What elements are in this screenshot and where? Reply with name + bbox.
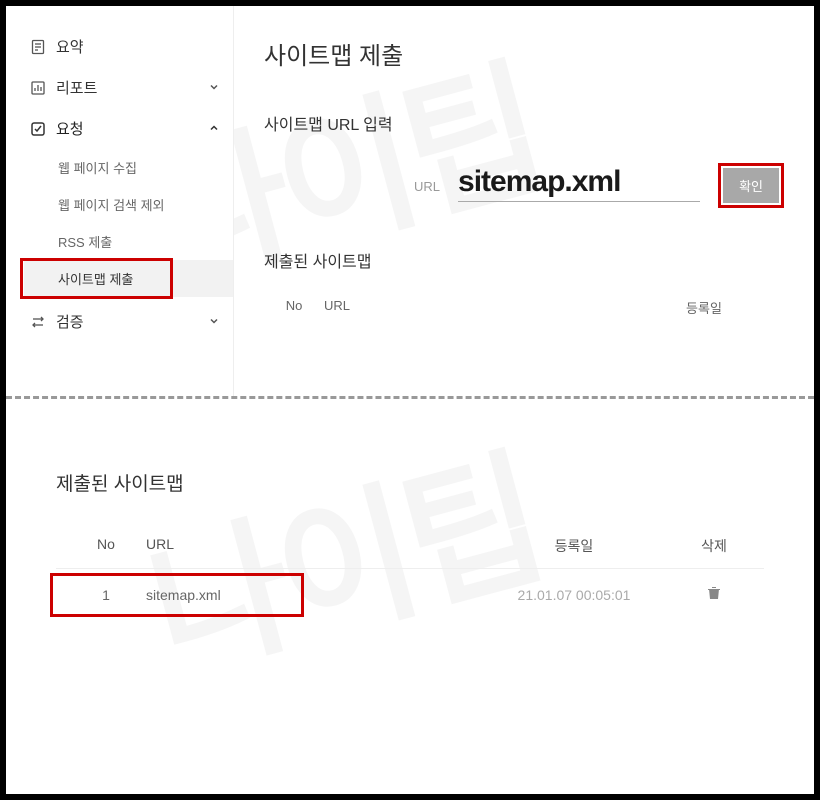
confirm-button[interactable]: 확인 [723, 168, 779, 203]
check-square-icon [28, 121, 48, 137]
sidebar-child-sitemap[interactable]: 사이트맵 제출 [24, 260, 233, 297]
sidebar-item-label: 사이트맵 제출 [58, 272, 133, 287]
sidebar-item-label: 리포트 [56, 77, 97, 98]
submitted-section-label: 제출된 사이트맵 [264, 248, 784, 272]
col-date: 등록일 [624, 298, 784, 317]
sidebar-item-report[interactable]: 리포트 [24, 67, 233, 108]
swap-icon [28, 314, 48, 330]
bar-chart-icon [28, 80, 48, 96]
sidebar-child-exclude[interactable]: 웹 페이지 검색 제외 [24, 186, 233, 223]
table-header-row: No URL 등록일 삭제 [56, 524, 764, 568]
url-label: URL [414, 179, 440, 194]
sidebar-item-summary[interactable]: 요약 [24, 26, 233, 67]
cell-date: 21.01.07 00:05:01 [474, 587, 674, 603]
sidebar-item-verify[interactable]: 검증 [24, 301, 233, 342]
delete-button[interactable] [674, 585, 754, 604]
cell-no: 1 [66, 587, 146, 603]
sidebar: 요약 리포트 요청 웹 페이지 수집 [6, 6, 234, 396]
sidebar-item-label: 요약 [56, 36, 84, 57]
bottom-panel: 제출된 사이트맵 No URL 등록일 삭제 1 sitemap.xml 21.… [6, 399, 814, 650]
col-url: URL [146, 536, 474, 556]
document-icon [28, 39, 48, 55]
highlight-box: 확인 [718, 163, 784, 208]
input-section-label: 사이트맵 URL 입력 [264, 111, 784, 135]
sidebar-item-label: 요청 [56, 118, 84, 139]
chevron-down-icon [209, 315, 219, 329]
col-del: 삭제 [674, 536, 754, 556]
submitted-section-label: 제출된 사이트맵 [56, 469, 764, 496]
sidebar-item-request[interactable]: 요청 [24, 108, 233, 149]
sidebar-item-label: 검증 [56, 311, 84, 332]
chevron-up-icon [209, 122, 219, 136]
sidebar-child-collect[interactable]: 웹 페이지 수집 [24, 149, 233, 186]
table-header-row: No URL 등록일 [264, 290, 784, 325]
table-row: 1 sitemap.xml 21.01.07 00:05:01 [56, 568, 764, 620]
chevron-down-icon [209, 81, 219, 95]
sidebar-child-rss[interactable]: RSS 제출 [24, 223, 233, 260]
main-panel: 사이트맵 제출 사이트맵 URL 입력 URL sitemap.xml 확인 제… [234, 6, 814, 396]
cell-url: sitemap.xml [146, 587, 474, 603]
page-title: 사이트맵 제출 [264, 36, 784, 71]
col-date: 등록일 [474, 536, 674, 556]
col-no: No [66, 536, 146, 556]
col-url: URL [324, 298, 624, 317]
col-no: No [264, 298, 324, 317]
sitemap-url-input[interactable]: sitemap.xml [458, 165, 700, 202]
